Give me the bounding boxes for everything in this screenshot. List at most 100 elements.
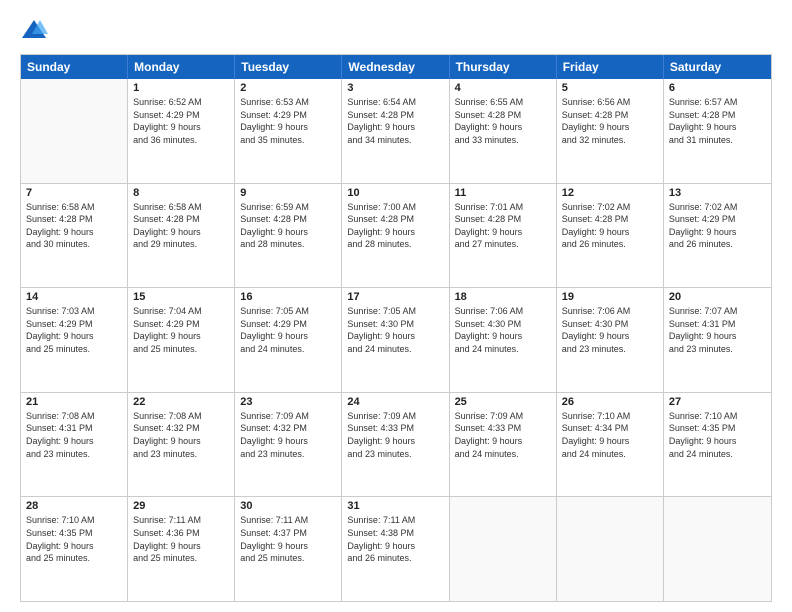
header-day-wednesday: Wednesday: [342, 55, 449, 79]
cell-info: Sunrise: 7:03 AMSunset: 4:29 PMDaylight:…: [26, 305, 122, 355]
daylight-text: Daylight: 9 hoursand 29 minutes.: [133, 226, 229, 251]
sunset-text: Sunset: 4:30 PM: [562, 318, 658, 331]
sunrise-text: Sunrise: 6:57 AM: [669, 96, 766, 109]
day-number: 21: [26, 396, 122, 408]
cell-info: Sunrise: 6:56 AMSunset: 4:28 PMDaylight:…: [562, 96, 658, 146]
calendar-body: 1Sunrise: 6:52 AMSunset: 4:29 PMDaylight…: [21, 79, 771, 601]
cell-info: Sunrise: 7:06 AMSunset: 4:30 PMDaylight:…: [562, 305, 658, 355]
cell-info: Sunrise: 7:10 AMSunset: 4:34 PMDaylight:…: [562, 410, 658, 460]
cell-info: Sunrise: 7:02 AMSunset: 4:29 PMDaylight:…: [669, 201, 766, 251]
sunrise-text: Sunrise: 7:04 AM: [133, 305, 229, 318]
sunset-text: Sunset: 4:31 PM: [669, 318, 766, 331]
sunset-text: Sunset: 4:28 PM: [347, 213, 443, 226]
calendar-header: SundayMondayTuesdayWednesdayThursdayFrid…: [21, 55, 771, 79]
daylight-text: Daylight: 9 hoursand 31 minutes.: [669, 121, 766, 146]
sunrise-text: Sunrise: 7:10 AM: [562, 410, 658, 423]
day-cell-8: 8 Sunrise: 6:58 AMSunset: 4:28 PMDaylight…: [128, 184, 235, 288]
header-day-thursday: Thursday: [450, 55, 557, 79]
day-number: 31: [347, 500, 443, 512]
sunrise-text: Sunrise: 6:58 AM: [133, 201, 229, 214]
daylight-text: Daylight: 9 hoursand 34 minutes.: [347, 121, 443, 146]
sunset-text: Sunset: 4:28 PM: [669, 109, 766, 122]
day-number: 6: [669, 82, 766, 94]
daylight-text: Daylight: 9 hoursand 23 minutes.: [562, 330, 658, 355]
day-cell-1: 1Sunrise: 6:52 AMSunset: 4:29 PMDaylight…: [128, 79, 235, 183]
daylight-text: Daylight: 9 hoursand 24 minutes.: [240, 330, 336, 355]
day-number: 26: [562, 396, 658, 408]
calendar: SundayMondayTuesdayWednesdayThursdayFrid…: [20, 54, 772, 602]
cell-info: Sunrise: 7:08 AMSunset: 4:32 PMDaylight:…: [133, 410, 229, 460]
header-day-sunday: Sunday: [21, 55, 128, 79]
daylight-text: Daylight: 9 hoursand 24 minutes.: [347, 330, 443, 355]
day-number: 20: [669, 291, 766, 303]
sunrise-text: Sunrise: 7:08 AM: [26, 410, 122, 423]
day-number: 27: [669, 396, 766, 408]
calendar-row-3: 14 Sunrise: 7:03 AMSunset: 4:29 PMDayligh…: [21, 288, 771, 393]
sunset-text: Sunset: 4:36 PM: [133, 527, 229, 540]
header-day-monday: Monday: [128, 55, 235, 79]
day-cell-20: 20Sunrise: 7:07 AMSunset: 4:31 PMDayligh…: [664, 288, 771, 392]
sunrise-text: Sunrise: 7:10 AM: [669, 410, 766, 423]
day-cell-2: 2Sunrise: 6:53 AMSunset: 4:29 PMDaylight…: [235, 79, 342, 183]
cell-info: Sunrise: 7:11 AMSunset: 4:38 PMDaylight:…: [347, 514, 443, 564]
sunset-text: Sunset: 4:34 PM: [562, 422, 658, 435]
sunrise-text: Sunrise: 7:02 AM: [669, 201, 766, 214]
header-day-saturday: Saturday: [664, 55, 771, 79]
logo: [20, 16, 52, 44]
day-cell-28: 28Sunrise: 7:10 AMSunset: 4:35 PMDayligh…: [21, 497, 128, 601]
sunset-text: Sunset: 4:29 PM: [133, 109, 229, 122]
cell-info: Sunrise: 7:09 AMSunset: 4:32 PMDaylight:…: [240, 410, 336, 460]
sunset-text: Sunset: 4:28 PM: [133, 213, 229, 226]
sunrise-text: Sunrise: 6:56 AM: [562, 96, 658, 109]
sunset-text: Sunset: 4:37 PM: [240, 527, 336, 540]
sunset-text: Sunset: 4:30 PM: [347, 318, 443, 331]
sunrise-text: Sunrise: 7:10 AM: [26, 514, 122, 527]
sunrise-text: Sunrise: 7:06 AM: [562, 305, 658, 318]
sunset-text: Sunset: 4:31 PM: [26, 422, 122, 435]
cell-info: Sunrise: 7:01 AMSunset: 4:28 PMDaylight:…: [455, 201, 551, 251]
daylight-text: Daylight: 9 hoursand 25 minutes.: [26, 540, 122, 565]
sunrise-text: Sunrise: 7:05 AM: [240, 305, 336, 318]
sunrise-text: Sunrise: 7:00 AM: [347, 201, 443, 214]
day-cell-26: 26 Sunrise: 7:10 AMSunset: 4:34 PMDayligh…: [557, 393, 664, 497]
daylight-text: Daylight: 9 hoursand 24 minutes.: [455, 330, 551, 355]
day-cell-5: 5Sunrise: 6:56 AMSunset: 4:28 PMDaylight…: [557, 79, 664, 183]
daylight-text: Daylight: 9 hoursand 24 minutes.: [669, 435, 766, 460]
day-number: 15: [133, 291, 229, 303]
sunset-text: Sunset: 4:35 PM: [26, 527, 122, 540]
day-number: 24: [347, 396, 443, 408]
daylight-text: Daylight: 9 hoursand 25 minutes.: [133, 330, 229, 355]
sunrise-text: Sunrise: 6:59 AM: [240, 201, 336, 214]
sunset-text: Sunset: 4:28 PM: [455, 213, 551, 226]
day-number: 3: [347, 82, 443, 94]
sunset-text: Sunset: 4:32 PM: [240, 422, 336, 435]
day-number: 16: [240, 291, 336, 303]
sunrise-text: Sunrise: 6:55 AM: [455, 96, 551, 109]
day-cell-16: 16 Sunrise: 7:05 AMSunset: 4:29 PMDayligh…: [235, 288, 342, 392]
daylight-text: Daylight: 9 hoursand 23 minutes.: [669, 330, 766, 355]
day-number: 14: [26, 291, 122, 303]
sunset-text: Sunset: 4:30 PM: [455, 318, 551, 331]
cell-info: Sunrise: 6:57 AMSunset: 4:28 PMDaylight:…: [669, 96, 766, 146]
daylight-text: Daylight: 9 hoursand 24 minutes.: [455, 435, 551, 460]
sunrise-text: Sunrise: 6:58 AM: [26, 201, 122, 214]
cell-info: Sunrise: 7:05 AMSunset: 4:29 PMDaylight:…: [240, 305, 336, 355]
day-number: 1: [133, 82, 229, 94]
cell-info: Sunrise: 7:11 AMSunset: 4:36 PMDaylight:…: [133, 514, 229, 564]
calendar-row-5: 28Sunrise: 7:10 AMSunset: 4:35 PMDayligh…: [21, 497, 771, 601]
daylight-text: Daylight: 9 hoursand 26 minutes.: [669, 226, 766, 251]
day-cell-15: 15Sunrise: 7:04 AMSunset: 4:29 PMDayligh…: [128, 288, 235, 392]
daylight-text: Daylight: 9 hoursand 25 minutes.: [26, 330, 122, 355]
day-cell-31: 31 Sunrise: 7:11 AMSunset: 4:38 PMDayligh…: [342, 497, 449, 601]
day-cell-10: 10Sunrise: 7:00 AMSunset: 4:28 PMDayligh…: [342, 184, 449, 288]
day-number: 4: [455, 82, 551, 94]
sunrise-text: Sunrise: 7:11 AM: [240, 514, 336, 527]
day-cell-11: 11Sunrise: 7:01 AMSunset: 4:28 PMDayligh…: [450, 184, 557, 288]
daylight-text: Daylight: 9 hoursand 26 minutes.: [347, 540, 443, 565]
sunset-text: Sunset: 4:28 PM: [562, 213, 658, 226]
day-number: 8: [133, 187, 229, 199]
day-cell-6: 6 Sunrise: 6:57 AMSunset: 4:28 PMDaylight…: [664, 79, 771, 183]
day-number: 2: [240, 82, 336, 94]
empty-cell: [21, 79, 128, 183]
cell-info: Sunrise: 6:58 AMSunset: 4:28 PMDaylight:…: [133, 201, 229, 251]
